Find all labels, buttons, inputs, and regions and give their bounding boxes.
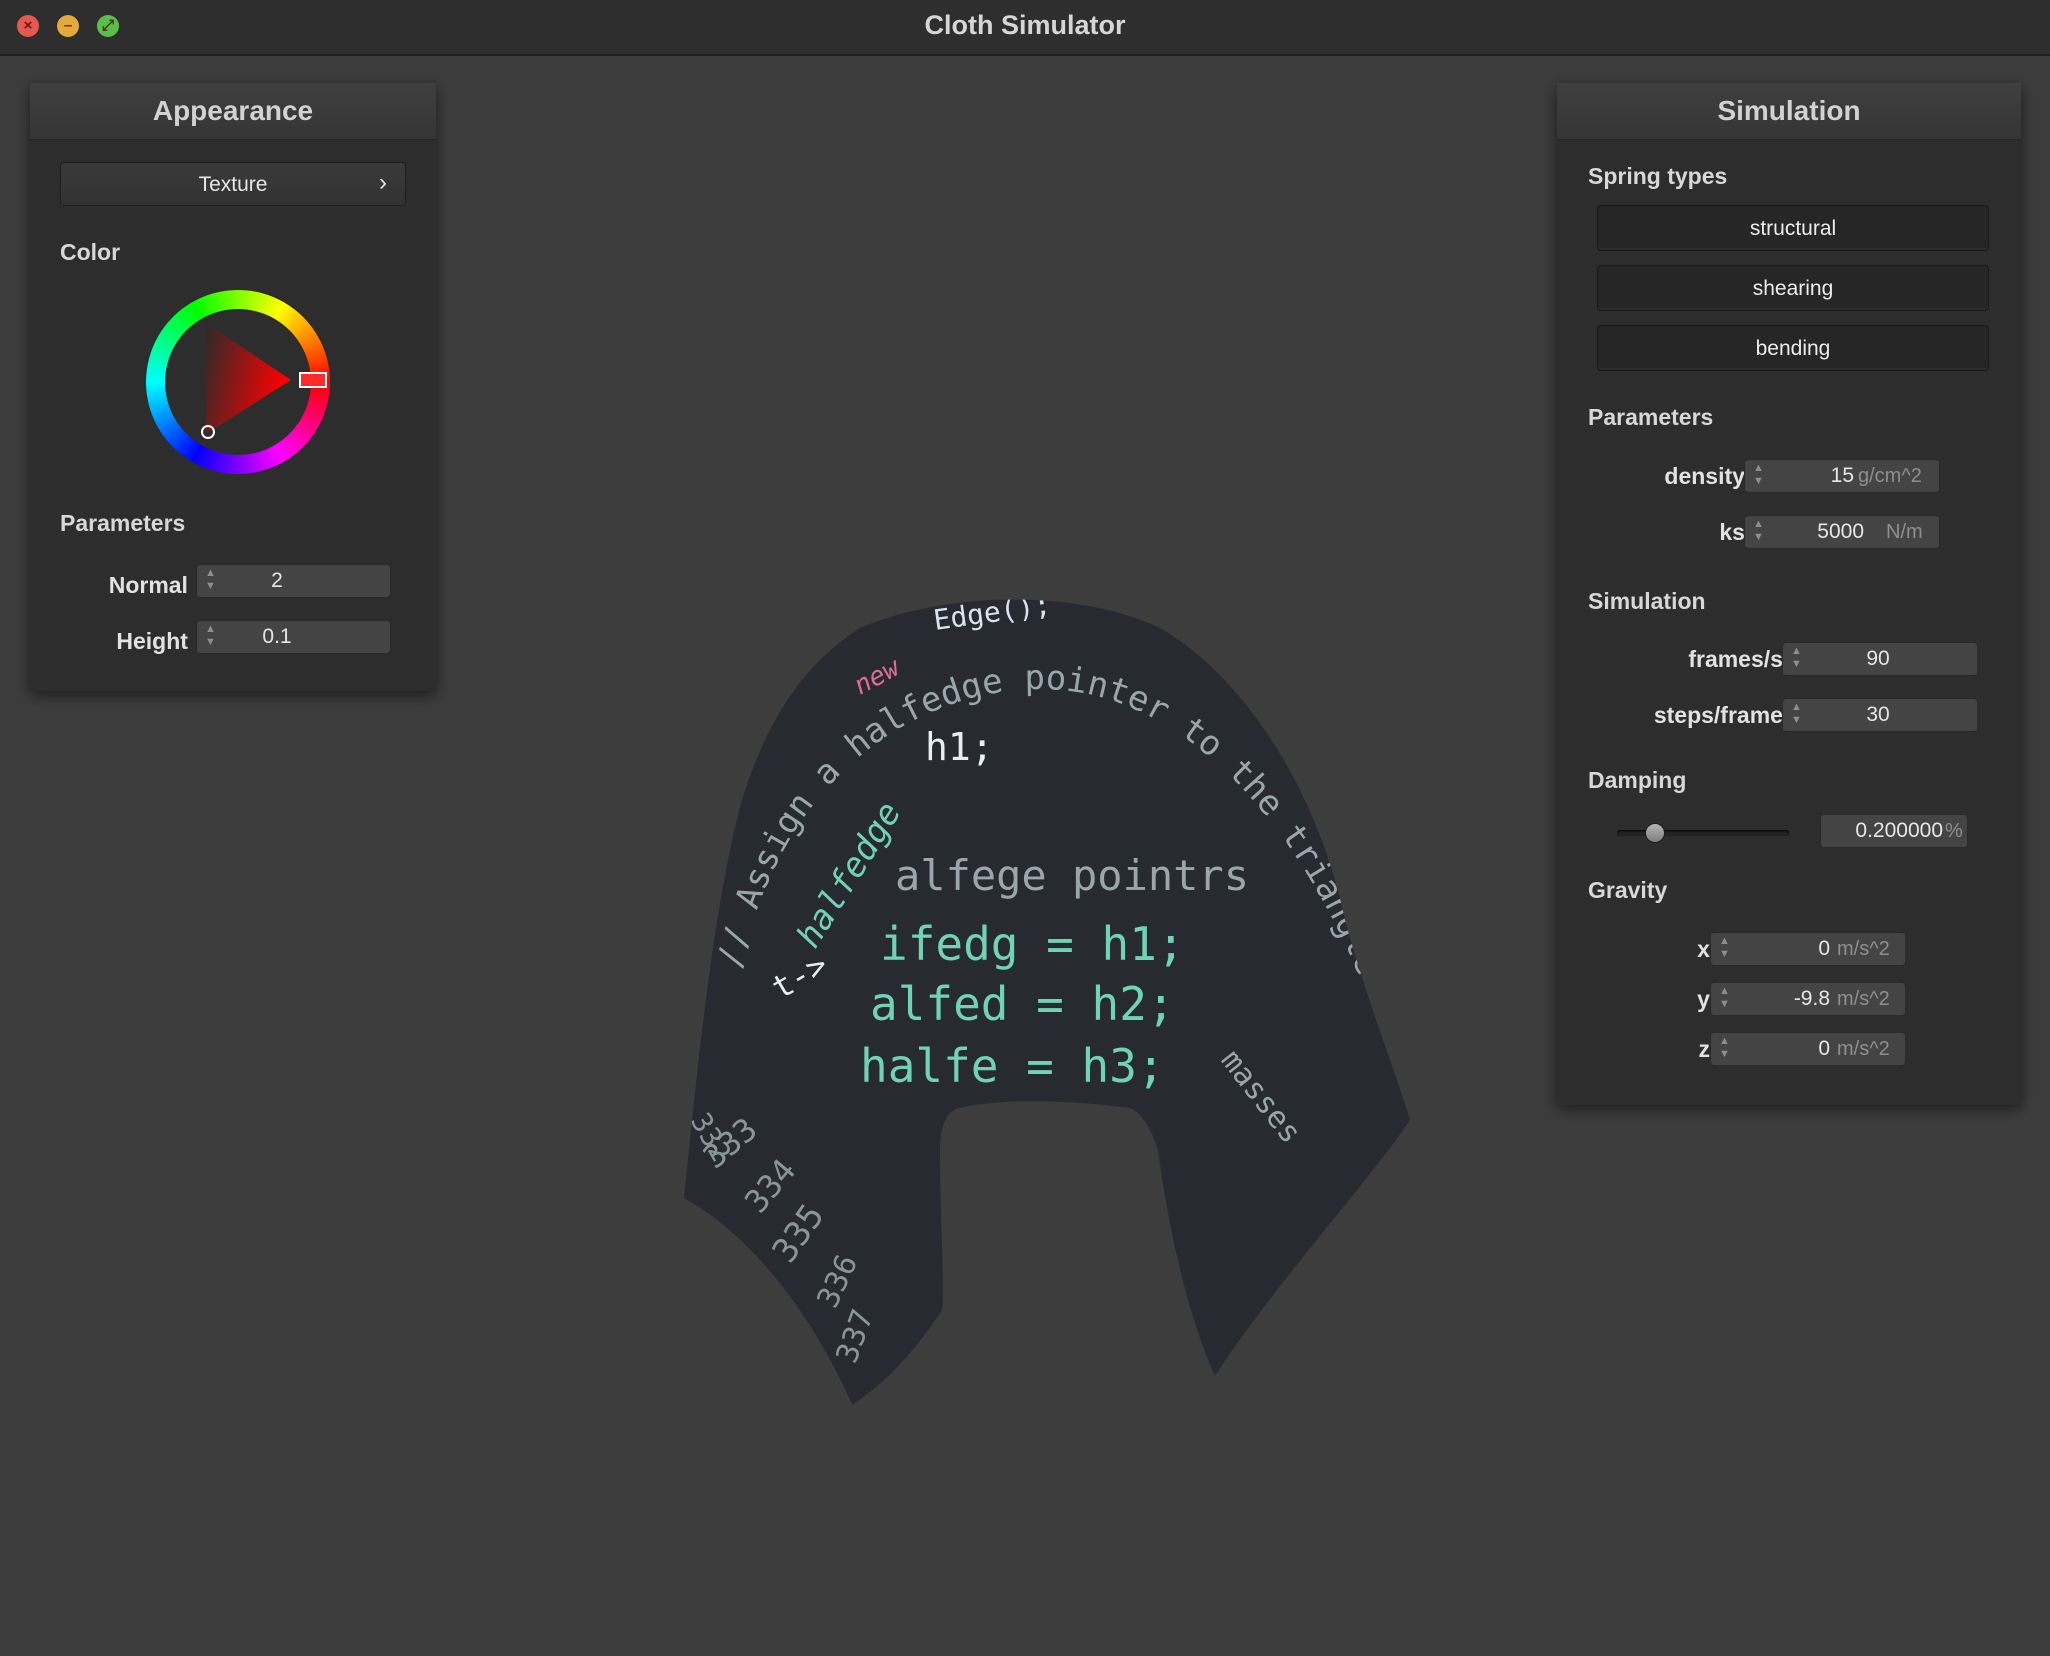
simulation-panel: Simulation Spring types structural shear… [1557,83,2021,1105]
gravity-x-unit: m/s^2 [1837,938,1890,960]
saturation-triangle[interactable] [206,323,291,434]
stepper-icon[interactable]: ▲ ▼ [1719,1035,1730,1061]
steps-label: steps/frame : [1653,702,1797,728]
fps-value: 90 [1866,647,1890,670]
stepper-icon[interactable]: ▲ ▼ [1753,518,1764,544]
normal-value: 2 [271,569,283,592]
steps-input[interactable]: ▲ ▼ 30 [1782,698,1978,732]
hue-selector[interactable] [299,372,327,388]
code-line-h2: alfed = h2; [870,977,1175,1031]
gravity-z-label: z : [1698,1036,1724,1062]
stepper-icon[interactable]: ▲ ▼ [1719,935,1730,961]
code-line-h3: halfe = h3; [860,1039,1165,1093]
code-pointers: alfege pointrs [895,851,1249,900]
damping-title: Damping [1588,767,1687,793]
texture-button-label: Texture [198,173,268,196]
gravity-y-label: y : [1697,986,1724,1012]
color-section-title: Color [60,239,121,265]
texture-button[interactable]: Texture › [60,162,406,206]
ks-value: 5000 [1817,520,1864,543]
sim-simulation-title: Simulation [1588,588,1706,614]
density-input[interactable]: ▲ ▼ 15 g/cm^2 [1744,459,1940,493]
damping-input[interactable]: 0.200000 % [1820,814,1968,848]
appearance-panel-header: Appearance [30,83,436,140]
stepper-icon[interactable]: ▲ ▼ [1791,645,1802,671]
density-label: density : [1664,463,1759,489]
gravity-z-input[interactable]: ▲ ▼ 0 m/s^2 [1710,1032,1906,1066]
fps-input[interactable]: ▲ ▼ 90 [1782,642,1978,676]
steps-value: 30 [1866,703,1890,726]
damping-slider-track [1617,830,1789,836]
density-unit: g/cm^2 [1858,465,1922,487]
gravity-y-value: -9.8 [1793,987,1830,1010]
ks-unit: N/m [1886,521,1923,543]
gravity-y-input[interactable]: ▲ ▼ -9.8 m/s^2 [1710,982,1906,1016]
stepper-icon[interactable]: ▲ ▼ [1791,701,1802,727]
appearance-parameters-title: Parameters [60,510,186,536]
gravity-x-value: 0 [1818,937,1830,960]
gravity-z-unit: m/s^2 [1837,1038,1890,1060]
chevron-right-icon: › [379,169,387,196]
code-line-h1: ifedg = h1; [880,917,1185,971]
ks-label: ks : [1719,519,1759,545]
stepper-icon[interactable]: ▲ ▼ [1719,985,1730,1011]
stepper-icon[interactable]: ▲ ▼ [205,567,216,593]
gravity-y-unit: m/s^2 [1837,988,1890,1010]
cloth-mesh: Edge(); new // Assign a halfedge pointer… [684,599,1410,1405]
window-title: Cloth Simulator [924,10,1126,40]
gravity-x-label: x : [1697,936,1724,962]
code-h1: h1; [925,725,994,769]
gravity-title: Gravity [1588,877,1668,903]
damping-unit: % [1945,820,1963,842]
color-wheel[interactable] [143,287,333,477]
damping-slider-thumb[interactable] [1645,823,1665,843]
height-label: Height : [116,628,202,654]
simulation-panel-header: Simulation [1557,83,2021,140]
gravity-z-value: 0 [1818,1037,1830,1060]
damping-value: 0.200000 [1855,819,1943,842]
title-bar: × – ⤢ Cloth Simulator [0,0,2050,56]
ks-input[interactable]: ▲ ▼ 5000 N/m [1744,515,1940,549]
sim-parameters-title: Parameters [1588,404,1714,430]
height-input[interactable]: ▲ ▼ 0.1 [196,620,391,654]
stepper-icon[interactable]: ▲ ▼ [1753,462,1764,488]
gravity-x-input[interactable]: ▲ ▼ 0 m/s^2 [1710,932,1906,966]
normal-input[interactable]: ▲ ▼ 2 [196,564,391,598]
appearance-panel: Appearance Texture › Color Parameters No… [30,83,436,691]
density-value: 15 [1830,464,1854,487]
spring-shearing-button[interactable]: shearing [1597,265,1989,311]
stepper-icon[interactable]: ▲ ▼ [205,623,216,649]
fps-label: frames/s : [1688,646,1797,672]
damping-slider[interactable] [1617,823,1789,843]
height-value: 0.1 [262,625,292,648]
spring-bending-button[interactable]: bending [1597,325,1989,371]
spring-types-title: Spring types [1588,163,1728,189]
spring-structural-button[interactable]: structural [1597,205,1989,251]
normal-label: Normal : [108,572,202,598]
